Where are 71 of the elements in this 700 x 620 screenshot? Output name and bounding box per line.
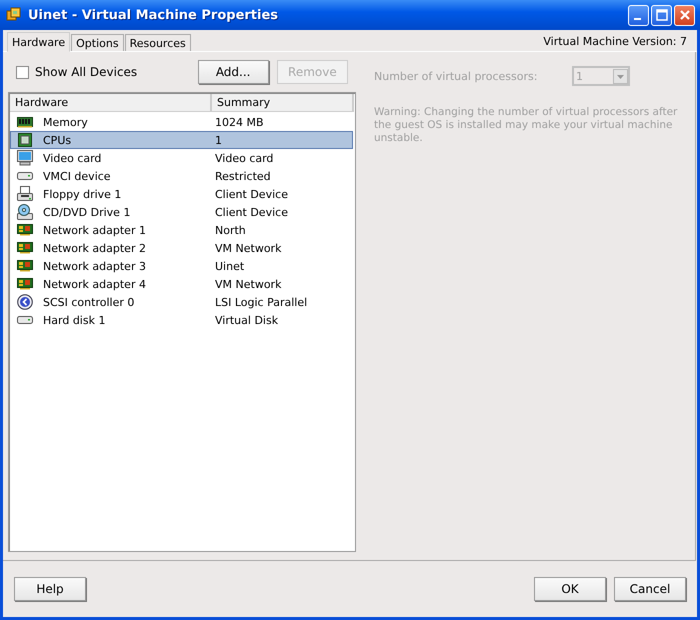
network-card-icon <box>17 242 33 254</box>
hardware-row[interactable]: Floppy drive 1 Client Device <box>10 185 353 203</box>
hardware-summary: Video card <box>215 152 274 164</box>
hardware-row[interactable]: CD/DVD Drive 1 Client Device <box>10 203 353 221</box>
processors-label: Number of virtual processors: <box>374 70 538 82</box>
version-label: Virtual Machine Version: 7 <box>543 35 687 48</box>
maximize-icon <box>656 9 668 21</box>
hardware-row[interactable]: Network adapter 2 VM Network <box>10 239 353 257</box>
hardware-row[interactable]: Video card Video card <box>10 149 353 167</box>
hardware-name: Network adapter 4 <box>43 278 147 290</box>
add-button[interactable]: Add... <box>198 60 269 84</box>
hardware-name: CD/DVD Drive 1 <box>43 206 132 218</box>
hardware-summary: Uinet <box>215 260 244 272</box>
hardware-name: Hard disk 1 <box>43 314 106 326</box>
minimize-button[interactable] <box>628 4 649 26</box>
hardware-name: Network adapter 1 <box>43 224 147 236</box>
tab[interactable]: Resources <box>124 34 191 51</box>
chip-icon <box>18 133 32 147</box>
hardware-row[interactable]: Network adapter 3 Uinet <box>10 257 353 275</box>
hardware-name: Video card <box>43 152 102 164</box>
hardware-row[interactable]: Hard disk 1 Virtual Disk <box>10 311 353 329</box>
monitor-icon <box>17 150 33 166</box>
hardware-summary: Client Device <box>215 188 288 200</box>
drive-icon <box>17 171 33 181</box>
checkbox[interactable] <box>16 66 29 78</box>
memory-icon <box>17 116 33 128</box>
hardware-summary: VM Network <box>215 278 282 290</box>
window-title: Uinet - Virtual Machine Properties <box>28 8 280 22</box>
column-header[interactable]: Summary <box>212 94 354 111</box>
hardware-name: CPUs <box>43 134 72 146</box>
hardware-summary: Client Device <box>215 206 288 218</box>
hardware-name: Network adapter 2 <box>43 242 147 254</box>
caret-icon <box>613 68 628 84</box>
minimize-icon <box>634 18 640 20</box>
hardware-name: SCSI controller 0 <box>43 296 136 308</box>
network-card-icon <box>17 224 33 236</box>
help-button[interactable]: Help <box>14 577 86 601</box>
maximize-button[interactable] <box>651 4 672 26</box>
hardware-summary: 1024 MB <box>215 116 264 128</box>
hardware-name: Memory <box>43 116 89 128</box>
hardware-summary: Restricted <box>215 170 271 182</box>
network-card-icon <box>17 260 33 272</box>
hardware-row[interactable]: SCSI controller 0 LSI Logic Parallel <box>10 293 353 311</box>
checkbox-label: Show All Devices <box>35 65 138 79</box>
tab[interactable]: Options <box>71 34 124 51</box>
hardware-summary: North <box>215 224 246 236</box>
scsi-controller-icon <box>17 294 33 310</box>
hardware-row[interactable]: Network adapter 1 North <box>10 221 353 239</box>
warning-text: Warning: Changing the number of virtual processors after the guest OS is installed may make your virtual machine unstable. <box>374 106 678 145</box>
hardware-row[interactable]: CPUs 1 <box>10 131 353 149</box>
hardware-row[interactable]: Network adapter 4 VM Network <box>10 275 353 293</box>
floppy-drive-icon <box>17 186 33 202</box>
hardware-name: Network adapter 3 <box>43 260 147 272</box>
hardware-name: VMCI device <box>43 170 112 182</box>
app-icon <box>6 7 22 23</box>
hardware-summary: LSI Logic Parallel <box>215 296 308 308</box>
column-header[interactable]: Hardware <box>10 94 212 111</box>
drive-icon <box>17 315 33 325</box>
hardware-row[interactable]: VMCI device Restricted <box>10 167 353 185</box>
cancel-button[interactable]: Cancel <box>614 577 686 601</box>
hardware-summary: Virtual Disk <box>215 314 278 326</box>
network-card-icon <box>17 278 33 290</box>
hardware-row[interactable]: Memory 1024 MB <box>10 113 353 131</box>
close-button[interactable] <box>674 4 695 26</box>
hardware-name: Floppy drive 1 <box>43 188 122 200</box>
cd-drive-icon <box>17 204 33 220</box>
close-icon <box>678 9 690 21</box>
hardware-summary: VM Network <box>215 242 282 254</box>
hardware-summary: 1 <box>215 134 222 146</box>
tab[interactable]: Hardware <box>7 32 70 52</box>
ok-button[interactable]: OK <box>534 577 606 601</box>
